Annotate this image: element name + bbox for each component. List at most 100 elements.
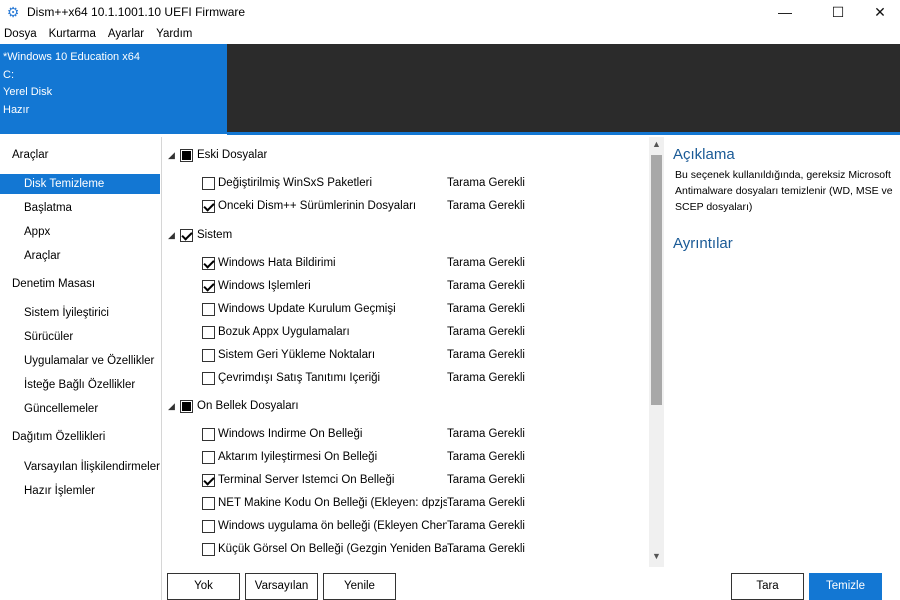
item-status: Tarama Gerekli	[447, 349, 525, 361]
item-label: Sistem Geri Yükleme Noktaları	[218, 349, 376, 361]
sidebar-item-system-optimizer[interactable]: Sistem İyileştirici	[0, 303, 160, 323]
sidebar-item-ready-operations[interactable]: Hazır İşlemler	[0, 481, 160, 501]
menu-recovery[interactable]: Kurtarma	[45, 28, 100, 40]
scroll-thumb[interactable]	[651, 155, 662, 405]
minimize-button[interactable]: —	[762, 0, 808, 24]
sidebar-item-tools[interactable]: Araçlar	[0, 246, 160, 266]
item-status: Tarama Gerekli	[447, 372, 525, 384]
item-status: Tarama Gerekli	[447, 257, 525, 269]
sidebar-item-drivers[interactable]: Sürücüler	[0, 327, 160, 347]
item-checkbox[interactable]	[202, 303, 215, 316]
sidebar-item-optional-features[interactable]: İsteğe Bağlı Özellikler	[0, 375, 160, 395]
item-label: Windows uygulama ön belleği (Ekleyen Che…	[218, 520, 447, 532]
window-title: Dism++x64 10.1.1001.10 UEFI Firmware	[27, 5, 246, 19]
sidebar-item-disk-cleanup[interactable]: Disk Temizleme	[0, 174, 160, 194]
list-item[interactable]: Terminal Server İstemci Ön Belleği Taram…	[163, 471, 649, 491]
category-row-old-files[interactable]: ◢ Eski Dosyalar	[163, 146, 649, 166]
system-selector[interactable]: *Windows 10 Education x64 C: Yerel Disk …	[0, 44, 227, 134]
category-row-cache-files[interactable]: ◢ Ön Bellek Dosyaları	[163, 397, 649, 417]
item-checkbox[interactable]	[202, 349, 215, 362]
list-item[interactable]: Aktarım İyileştirmesi Ön Belleği Tarama …	[163, 448, 649, 468]
none-button[interactable]: Yok	[167, 573, 240, 600]
item-label: Windows İndirme Ön Belleği	[218, 428, 363, 440]
sidebar-item-appx[interactable]: Appx	[0, 222, 160, 242]
item-status: Tarama Gerekli	[447, 428, 525, 440]
list-scrollbar[interactable]: ▲ ▼	[649, 137, 664, 567]
category-checkbox[interactable]	[180, 229, 193, 242]
list-item[interactable]: Değiştirilmiş WinSxS Paketleri Tarama Ge…	[163, 174, 649, 194]
item-checkbox[interactable]	[202, 520, 215, 533]
category-row-system[interactable]: ◢ Sistem	[163, 226, 649, 246]
cleanup-list: ◢ Eski Dosyalar Değiştirilmiş WinSxS Pak…	[163, 137, 649, 567]
menu-settings[interactable]: Ayarlar	[104, 28, 148, 40]
item-checkbox[interactable]	[202, 326, 215, 339]
list-item[interactable]: Küçük Görsel Ön Belleği (Gezgin Yeniden …	[163, 540, 649, 560]
menu-help[interactable]: Yardım	[152, 28, 196, 40]
sidebar-item-apps-features[interactable]: Uygulamalar ve Özellikler	[0, 351, 160, 371]
list-item[interactable]: Sistem Geri Yükleme Noktaları Tarama Ger…	[163, 346, 649, 366]
category-label: Sistem	[197, 229, 233, 241]
collapse-icon[interactable]: ◢	[168, 401, 175, 412]
defaults-button[interactable]: Varsayılan	[245, 573, 318, 600]
item-label: Aktarım İyileştirmesi Ön Belleği	[218, 451, 378, 463]
sidebar-item-updates[interactable]: Güncellemeler	[0, 399, 160, 419]
category-checkbox[interactable]	[180, 400, 193, 413]
sidebar-item-default-associations[interactable]: Varsayılan İlişkilendirmeler	[0, 457, 160, 477]
list-item[interactable]: Bozuk Appx Uygulamaları Tarama Gerekli	[163, 323, 649, 343]
collapse-icon[interactable]: ◢	[168, 230, 175, 241]
item-checkbox[interactable]	[202, 372, 215, 385]
collapse-icon[interactable]: ◢	[168, 150, 175, 161]
category-label: Eski Dosyalar	[197, 149, 268, 161]
system-state: Hazır	[3, 103, 30, 116]
refresh-button[interactable]: Yenile	[323, 573, 396, 600]
item-checkbox[interactable]	[202, 280, 215, 293]
item-label: NET Makine Kodu Ön Belleği (Ekleyen: dpz…	[218, 497, 447, 509]
list-item[interactable]: Önceki Dism++ Sürümlerinin Dosyaları Tar…	[163, 197, 649, 217]
item-checkbox[interactable]	[202, 428, 215, 441]
item-checkbox[interactable]	[202, 497, 215, 510]
item-status: Tarama Gerekli	[447, 451, 525, 463]
item-label: Windows Hata Bildirimi	[218, 257, 336, 269]
item-checkbox[interactable]	[202, 474, 215, 487]
item-checkbox[interactable]	[202, 543, 215, 556]
scroll-up-arrow-icon[interactable]: ▲	[649, 139, 664, 153]
system-disk: Yerel Disk	[3, 86, 53, 98]
item-label: Terminal Server İstemci Ön Belleği	[218, 474, 395, 486]
details-heading: Ayrıntılar	[673, 235, 733, 252]
item-checkbox[interactable]	[202, 451, 215, 464]
list-item[interactable]: Windows İşlemleri Tarama Gerekli	[163, 277, 649, 297]
clean-button[interactable]: Temizle	[809, 573, 882, 600]
item-checkbox[interactable]	[202, 177, 215, 190]
item-label: Önceki Dism++ Sürümlerinin Dosyaları	[218, 200, 417, 212]
list-item[interactable]: Windows uygulama ön belleği (Ekleyen Che…	[163, 517, 649, 537]
nav-group-control-panel: Denetim Masası	[12, 278, 96, 290]
header-accent-line	[227, 132, 900, 135]
scroll-down-arrow-icon[interactable]: ▼	[649, 551, 664, 565]
header-area: *Windows 10 Education x64 C: Yerel Disk …	[0, 44, 900, 135]
list-item[interactable]: NET Makine Kodu Ön Belleği (Ekleyen: dpz…	[163, 494, 649, 514]
system-drive: C:	[3, 68, 14, 81]
list-item[interactable]: Windows Hata Bildirimi Tarama Gerekli	[163, 254, 649, 274]
list-item[interactable]: Windows İndirme Ön Belleği Tarama Gerekl…	[163, 425, 649, 445]
item-status: Tarama Gerekli	[447, 474, 525, 486]
category-checkbox[interactable]	[180, 149, 193, 162]
close-button[interactable]: ✕	[857, 0, 900, 24]
menu-file[interactable]: Dosya	[0, 28, 41, 40]
list-item[interactable]: Çevrimdışı Satış Tanıtımı İçeriği Tarama…	[163, 369, 649, 389]
gear-icon: ⚙	[6, 4, 20, 20]
item-label: Küçük Görsel Ön Belleği (Gezgin Yeniden …	[218, 543, 447, 555]
item-label: Çevrimdışı Satış Tanıtımı İçeriği	[218, 372, 381, 384]
sidebar: Araçlar Disk Temizleme Başlatma Appx Ara…	[0, 137, 162, 600]
item-checkbox[interactable]	[202, 257, 215, 270]
scan-button[interactable]: Tara	[731, 573, 804, 600]
category-label: Ön Bellek Dosyaları	[197, 400, 299, 412]
system-name: *Windows 10 Education x64	[3, 51, 140, 63]
list-item[interactable]: Windows Update Kurulum Geçmişi Tarama Ge…	[163, 300, 649, 320]
title-bar: ⚙ Dism++x64 10.1.1001.10 UEFI Firmware —…	[0, 0, 900, 24]
sidebar-item-startup[interactable]: Başlatma	[0, 198, 160, 218]
maximize-button[interactable]: ☐	[815, 0, 861, 24]
description-heading: Açıklama	[673, 146, 735, 163]
item-label: Bozuk Appx Uygulamaları	[218, 326, 350, 338]
item-checkbox[interactable]	[202, 200, 215, 213]
item-status: Tarama Gerekli	[447, 303, 525, 315]
